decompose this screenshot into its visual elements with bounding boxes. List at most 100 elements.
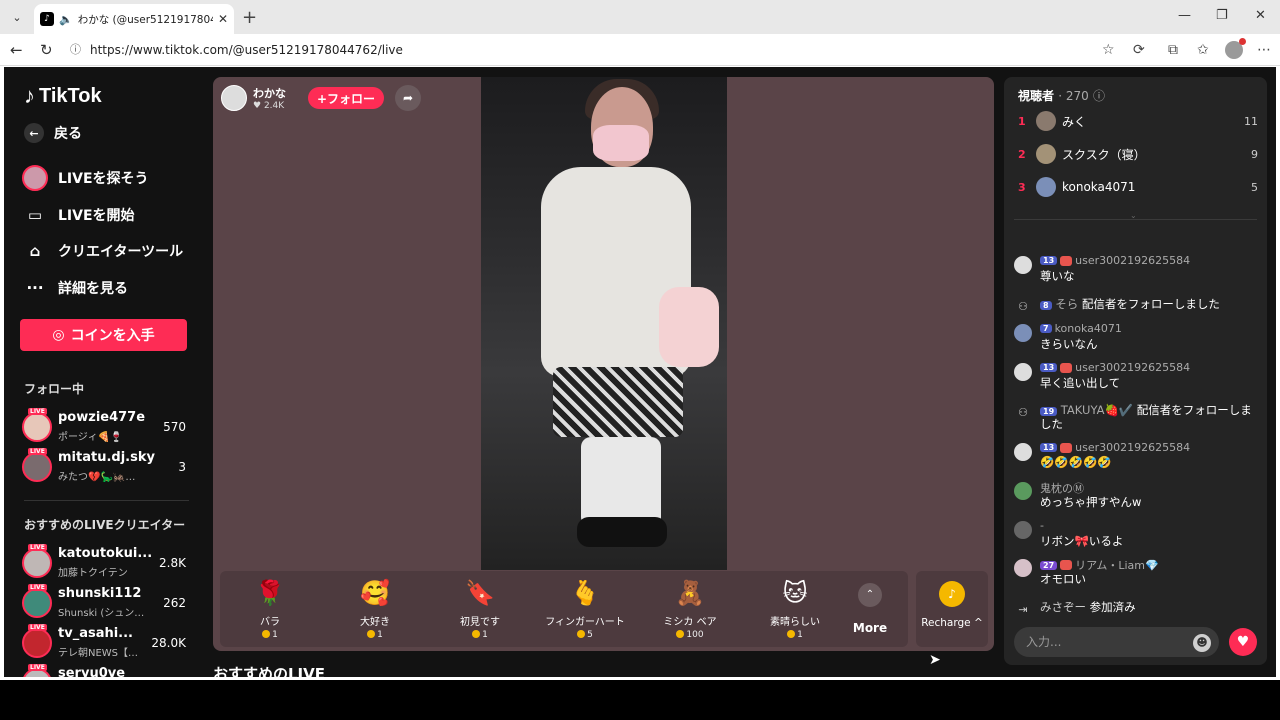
coin-icon	[262, 630, 271, 638]
gift-price: 1	[745, 630, 845, 640]
video-person	[577, 517, 667, 547]
chat-input[interactable]: 入力...	[1014, 627, 1219, 657]
ranking-row[interactable]: 3 konoka4071 5	[1018, 175, 1258, 199]
new-tab-button[interactable]: +	[242, 7, 257, 28]
more-gifts-button[interactable]: ⌃ More	[840, 577, 900, 643]
recommended-item[interactable]: LIVE katoutokui... 加藤トクイテン 2.8K	[22, 544, 192, 582]
nav-see-more[interactable]: ··· 詳細を見る	[22, 275, 128, 301]
chat-text: オモロい	[1040, 572, 1086, 586]
nav-explore-live[interactable]: LIVEを探そう	[22, 165, 149, 191]
maximize-icon[interactable]: ❐	[1216, 8, 1228, 23]
host-info[interactable]: わかな ♥ 2.4K	[221, 83, 286, 113]
recommended-item[interactable]: LIVE tv_asahi... テレ朝NEWS【… 28.0K	[22, 624, 192, 662]
url-field[interactable]: ⓘ https://www.tiktok.com/@user5121917804…	[64, 38, 1124, 62]
coin-icon: ◎	[52, 327, 65, 343]
gift-price: 5	[535, 630, 635, 640]
live-badge: LIVE	[28, 448, 47, 455]
live-video[interactable]	[481, 77, 727, 570]
chat-username[interactable]: user3002192625584	[1075, 441, 1190, 454]
love-face-icon: 🥰	[360, 579, 390, 607]
recommended-item[interactable]: LIVE shunski112 Shunski (シュン… 262	[22, 584, 192, 622]
back-arrow-icon[interactable]: ←	[10, 41, 23, 59]
more-label: More	[852, 621, 888, 635]
live-player[interactable]: わかな ♥ 2.4K +フォロー ➦ 🌹 バラ 1 🥰 大好き 1 🔖 初見です…	[213, 77, 994, 651]
close-tab-icon[interactable]: ✕	[218, 12, 228, 26]
chat-username[interactable]: user3002192625584	[1075, 254, 1190, 267]
coin-icon	[472, 630, 481, 638]
heart-icon[interactable]: ♥	[1229, 628, 1257, 656]
split-screen-icon[interactable]: ⧉	[1168, 42, 1178, 58]
chat-text: 配信者をフォローしました	[1081, 297, 1220, 311]
chat-username[interactable]: リアム・Liam💎	[1075, 557, 1159, 573]
back-label: 戻る	[54, 126, 82, 142]
extension-icon[interactable]: ⟳	[1133, 42, 1145, 58]
following-item[interactable]: LIVE mitatu.dj.sky みたつ💔🦕🦗… 3	[22, 448, 192, 486]
reload-icon[interactable]: ↻	[40, 41, 53, 59]
chat-username[interactable]: そら	[1055, 297, 1078, 311]
ranking-row[interactable]: 2 スクスク（寝） 9	[1018, 142, 1258, 166]
close-window-icon[interactable]: ✕	[1255, 8, 1266, 23]
gift-price-value: 5	[587, 630, 593, 640]
speaker-icon[interactable]: 🔈	[59, 13, 73, 26]
minimize-icon[interactable]: —	[1178, 8, 1191, 23]
gift-name: 初見です	[460, 617, 500, 628]
menu-icon[interactable]: ⋯	[1257, 42, 1271, 58]
following-item[interactable]: LIVE powzie477e ポージィ🍕🍷 570	[22, 408, 192, 446]
gift-price: 1	[325, 630, 425, 640]
star-icon[interactable]: ☆	[1102, 42, 1115, 58]
chat-username[interactable]: konoka4071	[1055, 322, 1122, 335]
chat-username[interactable]: みさぞー	[1040, 600, 1086, 614]
chat-username[interactable]: TAKUYA🍓✔️	[1061, 403, 1133, 417]
fan-heart-icon	[1060, 442, 1073, 453]
recommended-live-title: おすすめのLIVE	[213, 665, 325, 677]
coin-icon	[676, 630, 685, 638]
viewer-score: 9	[1251, 147, 1258, 161]
tiktok-note-icon: ♪	[24, 83, 35, 108]
gift-item[interactable]: 🐱 素晴らしい 1	[745, 577, 845, 643]
profile-avatar[interactable]	[1225, 38, 1246, 59]
chat-username[interactable]: user3002192625584	[1075, 361, 1190, 374]
chat-panel: 視聴者 · 270 ⓘ 1 みく 11 2 スクスク（寝） 9 3 konoka…	[1004, 77, 1267, 665]
rank-number: 3	[1018, 180, 1026, 194]
tiktok-logo[interactable]: ♪ TikTok	[24, 83, 102, 109]
gift-item[interactable]: 🌹 バラ 1	[220, 577, 320, 643]
favorites-icon[interactable]: ✩	[1197, 42, 1209, 58]
viewers-header[interactable]: 視聴者 · 270 ⓘ	[1018, 87, 1105, 104]
creator-name: tv_asahi...	[58, 626, 133, 641]
browser-window: ⌄ ♪ 🔈 わかな (@user5121917804476 ✕ + — ❐ ✕ …	[0, 0, 1280, 680]
host-name: わかな	[253, 87, 286, 100]
recharge-button[interactable]: ♪ Recharge ^	[916, 571, 988, 647]
chat-username[interactable]: -	[1040, 519, 1044, 532]
cat-icon: 🐱	[782, 579, 808, 607]
follow-button[interactable]: +フォロー	[308, 87, 384, 109]
emoji-icon[interactable]: ☻	[1193, 634, 1211, 652]
active-tab[interactable]: ♪ 🔈 わかな (@user5121917804476 ✕	[34, 4, 234, 34]
creator-sub: テレ朝NEWS【…	[58, 648, 139, 659]
creator-sub: ポージィ🍕🍷	[58, 432, 123, 443]
tab-list-button[interactable]: ⌄	[6, 6, 28, 28]
share-icon[interactable]: ➦	[395, 85, 421, 111]
first-time-icon: 🔖	[465, 579, 495, 607]
coin-icon	[367, 630, 376, 638]
nav-creator-tools[interactable]: ⌂ クリエイターツール	[22, 238, 184, 264]
recommended-item[interactable]: LIVE seryu0ve	[22, 664, 192, 677]
back-button[interactable]: ← 戻る	[24, 123, 82, 143]
nav-start-live[interactable]: ▭ LIVEを開始	[22, 202, 135, 228]
host-avatar[interactable]	[221, 85, 247, 111]
viewer-count: 28.0K	[151, 636, 186, 650]
gift-item[interactable]: 🔖 初見です 1	[430, 577, 530, 643]
gift-item[interactable]: 🫰 フィンガーハート 5	[535, 577, 635, 643]
fan-heart-icon	[1060, 362, 1073, 373]
gift-item[interactable]: 🥰 大好き 1	[325, 577, 425, 643]
back-arrow-icon: ←	[24, 123, 44, 143]
avatar	[22, 412, 52, 442]
chevron-down-icon[interactable]: ⌄	[1130, 211, 1137, 220]
ranking-row[interactable]: 1 みく 11	[1018, 109, 1258, 133]
rank-number: 1	[1018, 114, 1026, 128]
avatar	[1014, 256, 1032, 274]
help-icon[interactable]: ⓘ	[1093, 89, 1105, 103]
sidebar: ♪ TikTok ← 戻る LIVEを探そう ▭ LIVEを開始 ⌂ クリエイタ…	[4, 67, 204, 677]
gift-item[interactable]: 🧸 ミシカ ベア 100	[640, 577, 740, 643]
get-coins-button[interactable]: ◎ コインを入手	[20, 319, 187, 351]
site-info-icon[interactable]: ⓘ	[70, 38, 81, 62]
